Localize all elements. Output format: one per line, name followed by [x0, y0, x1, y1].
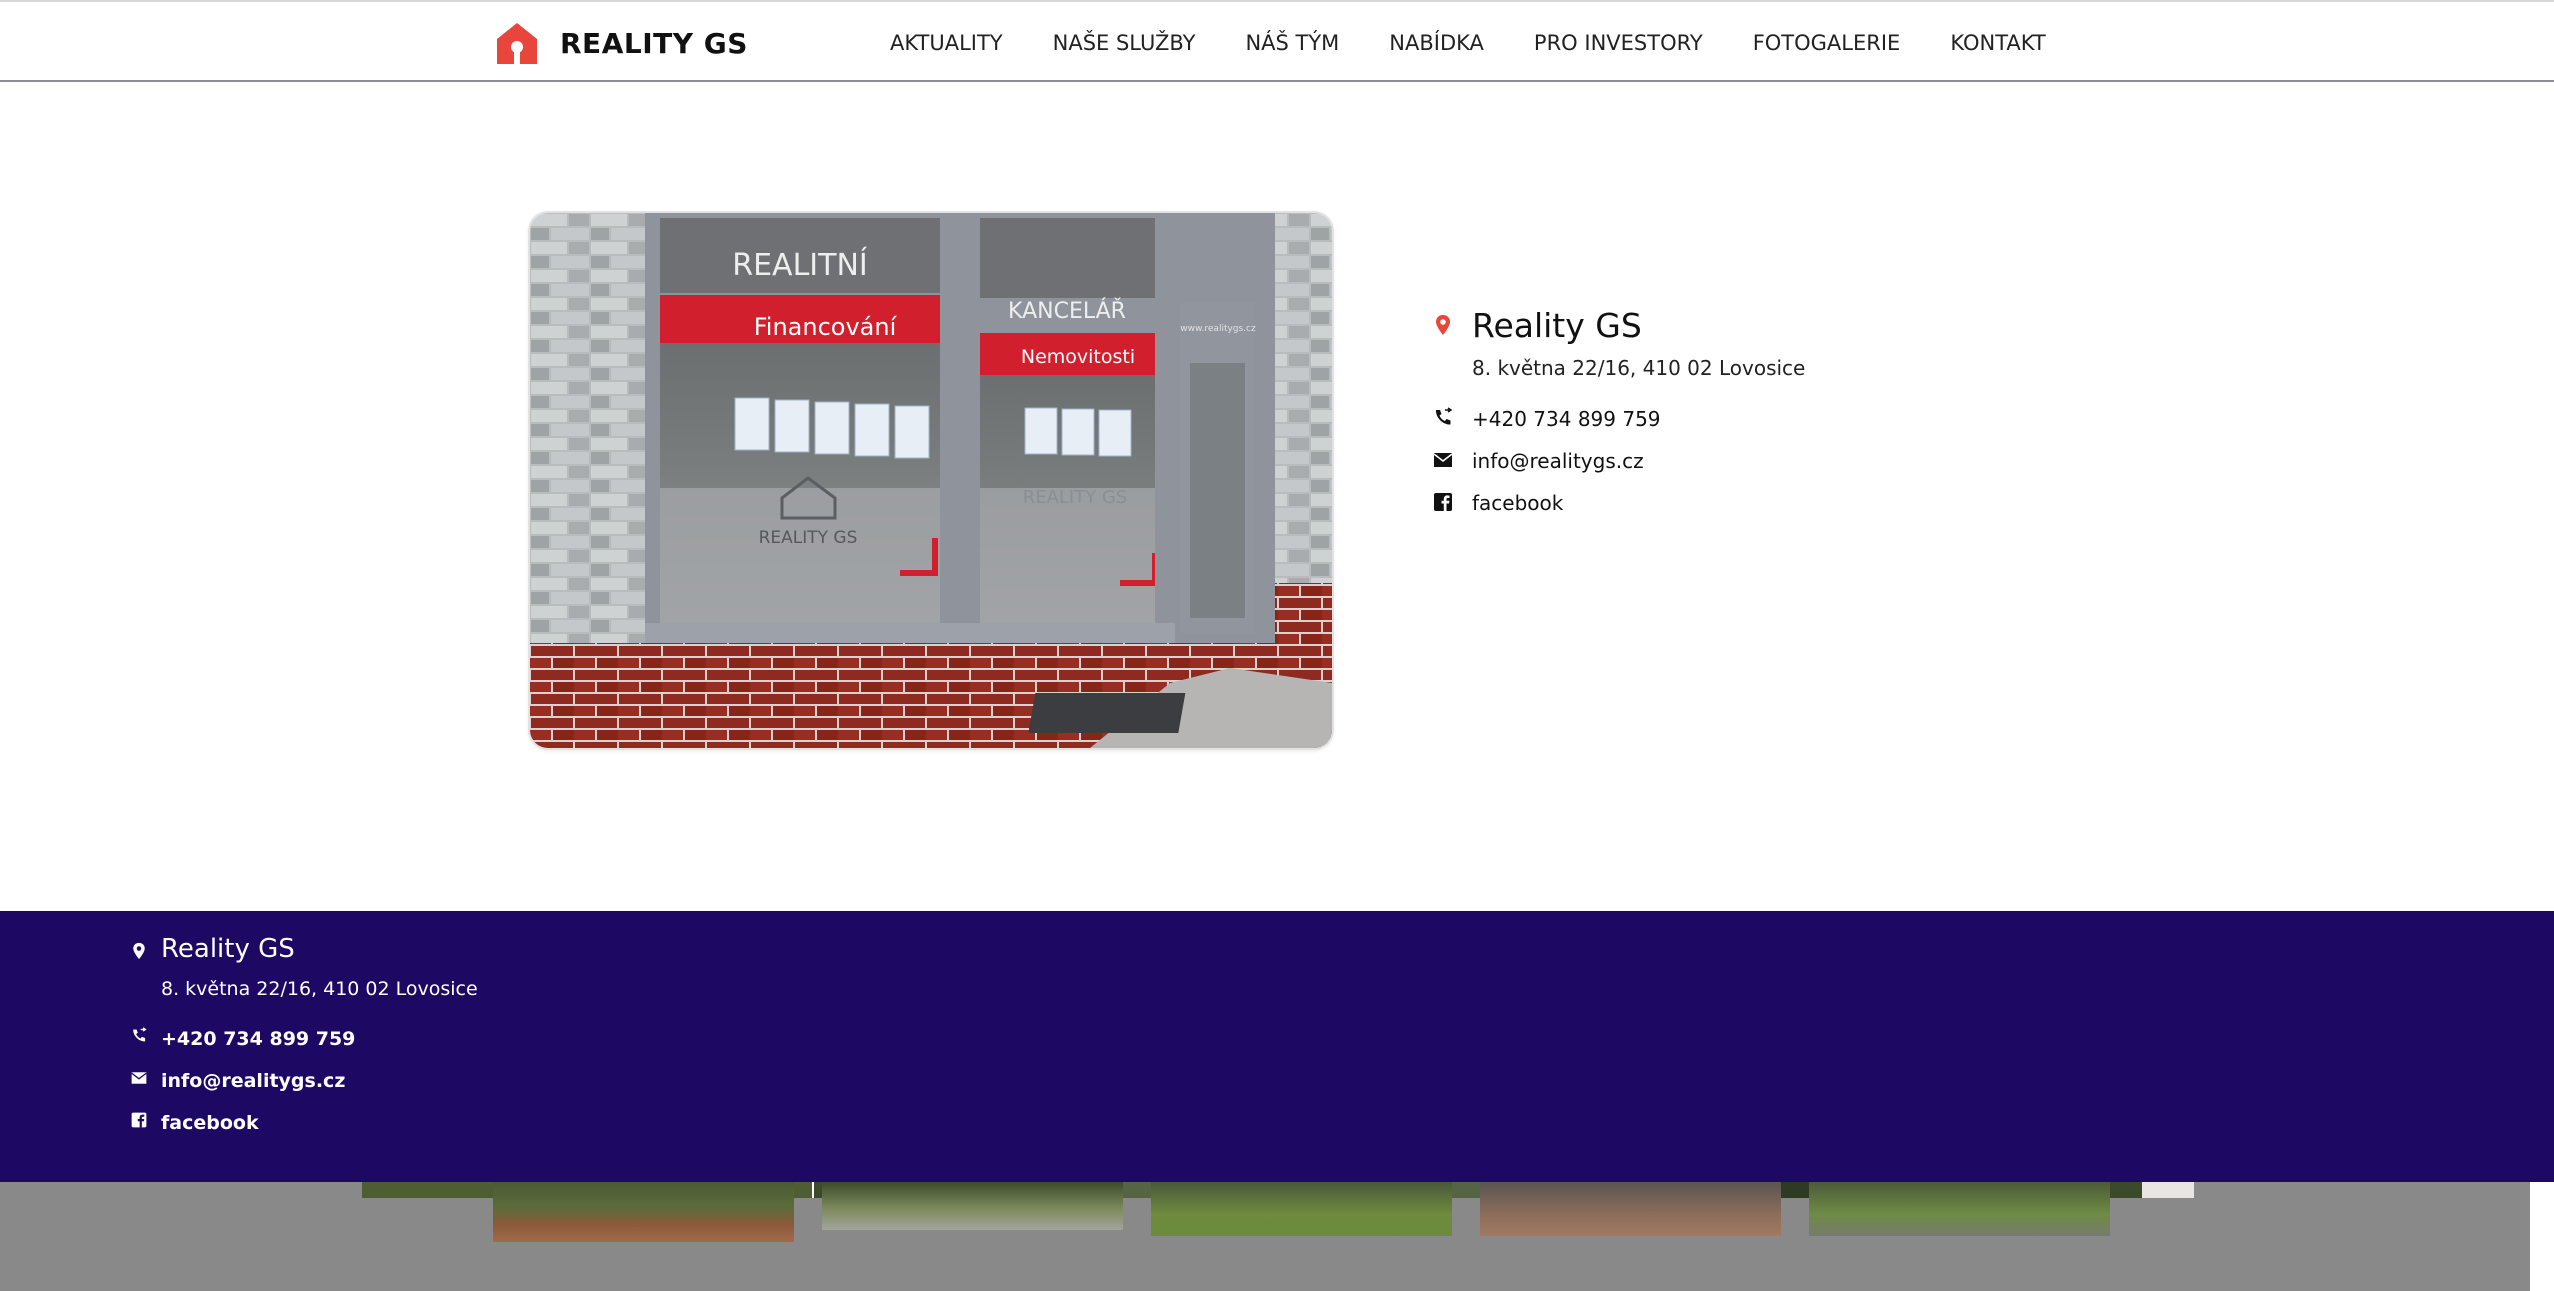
contact-email-link[interactable]: info@realitygs.cz	[1472, 449, 1644, 473]
home-icon	[497, 23, 537, 64]
office-photo: REALITNÍ KANCELÁŘ Financování Nemovitost…	[530, 213, 1332, 748]
footer-phone-link[interactable]: +420 734 899 759	[161, 1028, 355, 1050]
footer-facebook-link[interactable]: facebook	[161, 1112, 259, 1134]
sign-realitni: REALITNÍ	[732, 247, 868, 283]
sign-financovani: Financování	[754, 313, 898, 341]
footer-contact-name: Reality GS	[161, 934, 295, 964]
sign-nemovitosti: Nemovitosti	[1021, 346, 1135, 368]
main-nav: AKTUALITY NAŠE SLUŽBY NÁŠ TÝM NABÍDKA PR…	[890, 2, 2046, 84]
facebook-icon	[131, 1112, 147, 1128]
nav-item-nase-sluzby[interactable]: NAŠE SLUŽBY	[1053, 31, 1196, 55]
gallery-thumb-5[interactable]	[1809, 1182, 2110, 1236]
office-photo-illustration: REALITNÍ KANCELÁŘ Financování Nemovitost…	[530, 213, 1332, 748]
sign-logo-right: REALITY GS	[1023, 487, 1128, 508]
contact-name: Reality GS	[1472, 306, 1642, 345]
location-pin-icon	[133, 942, 145, 960]
footer-email-link[interactable]: info@realitygs.cz	[161, 1070, 345, 1092]
mail-icon	[1433, 453, 1453, 467]
mail-icon	[131, 1072, 147, 1084]
gallery-thumb-4[interactable]	[1480, 1182, 1781, 1236]
gallery-thumb-2[interactable]	[822, 1182, 1123, 1230]
phone-icon	[133, 1027, 147, 1042]
brand-name: REALITY GS	[560, 26, 748, 60]
contact-phone-link[interactable]: +420 734 899 759	[1472, 407, 1661, 431]
location-pin-icon	[1436, 315, 1450, 335]
gallery-thumb-1[interactable]	[493, 1182, 794, 1242]
gallery-thumb-3[interactable]	[1151, 1182, 1452, 1236]
phone-icon	[1435, 407, 1453, 425]
nav-item-pro-investory[interactable]: PRO INVESTORY	[1534, 31, 1703, 55]
site-footer: Reality GS 8. května 22/16, 410 02 Lovos…	[0, 911, 2554, 1182]
site-header: REALITY GS AKTUALITY NAŠE SLUŽBY NÁŠ TÝM…	[0, 0, 2554, 82]
nav-item-aktuality[interactable]: AKTUALITY	[890, 31, 1003, 55]
scroll-gutter	[2530, 1182, 2554, 1291]
sign-logo-left: REALITY GS	[759, 528, 858, 548]
facebook-icon	[1434, 493, 1452, 511]
nav-item-kontakt[interactable]: KONTAKT	[1950, 31, 2045, 55]
nav-item-fotogalerie[interactable]: FOTOGALERIE	[1753, 31, 1901, 55]
nav-item-nas-tym[interactable]: NÁŠ TÝM	[1245, 31, 1339, 55]
sign-door-url: www.realitygs.cz	[1180, 324, 1256, 334]
footer-contact-address: 8. května 22/16, 410 02 Lovosice	[161, 978, 478, 1000]
nav-item-nabidka[interactable]: NABÍDKA	[1389, 31, 1484, 55]
logo-link[interactable]: REALITY GS	[494, 20, 748, 66]
sign-kancelar: KANCELÁŘ	[1008, 298, 1126, 324]
contact-facebook-link[interactable]: facebook	[1472, 491, 1563, 515]
contact-address: 8. května 22/16, 410 02 Lovosice	[1472, 356, 1806, 380]
